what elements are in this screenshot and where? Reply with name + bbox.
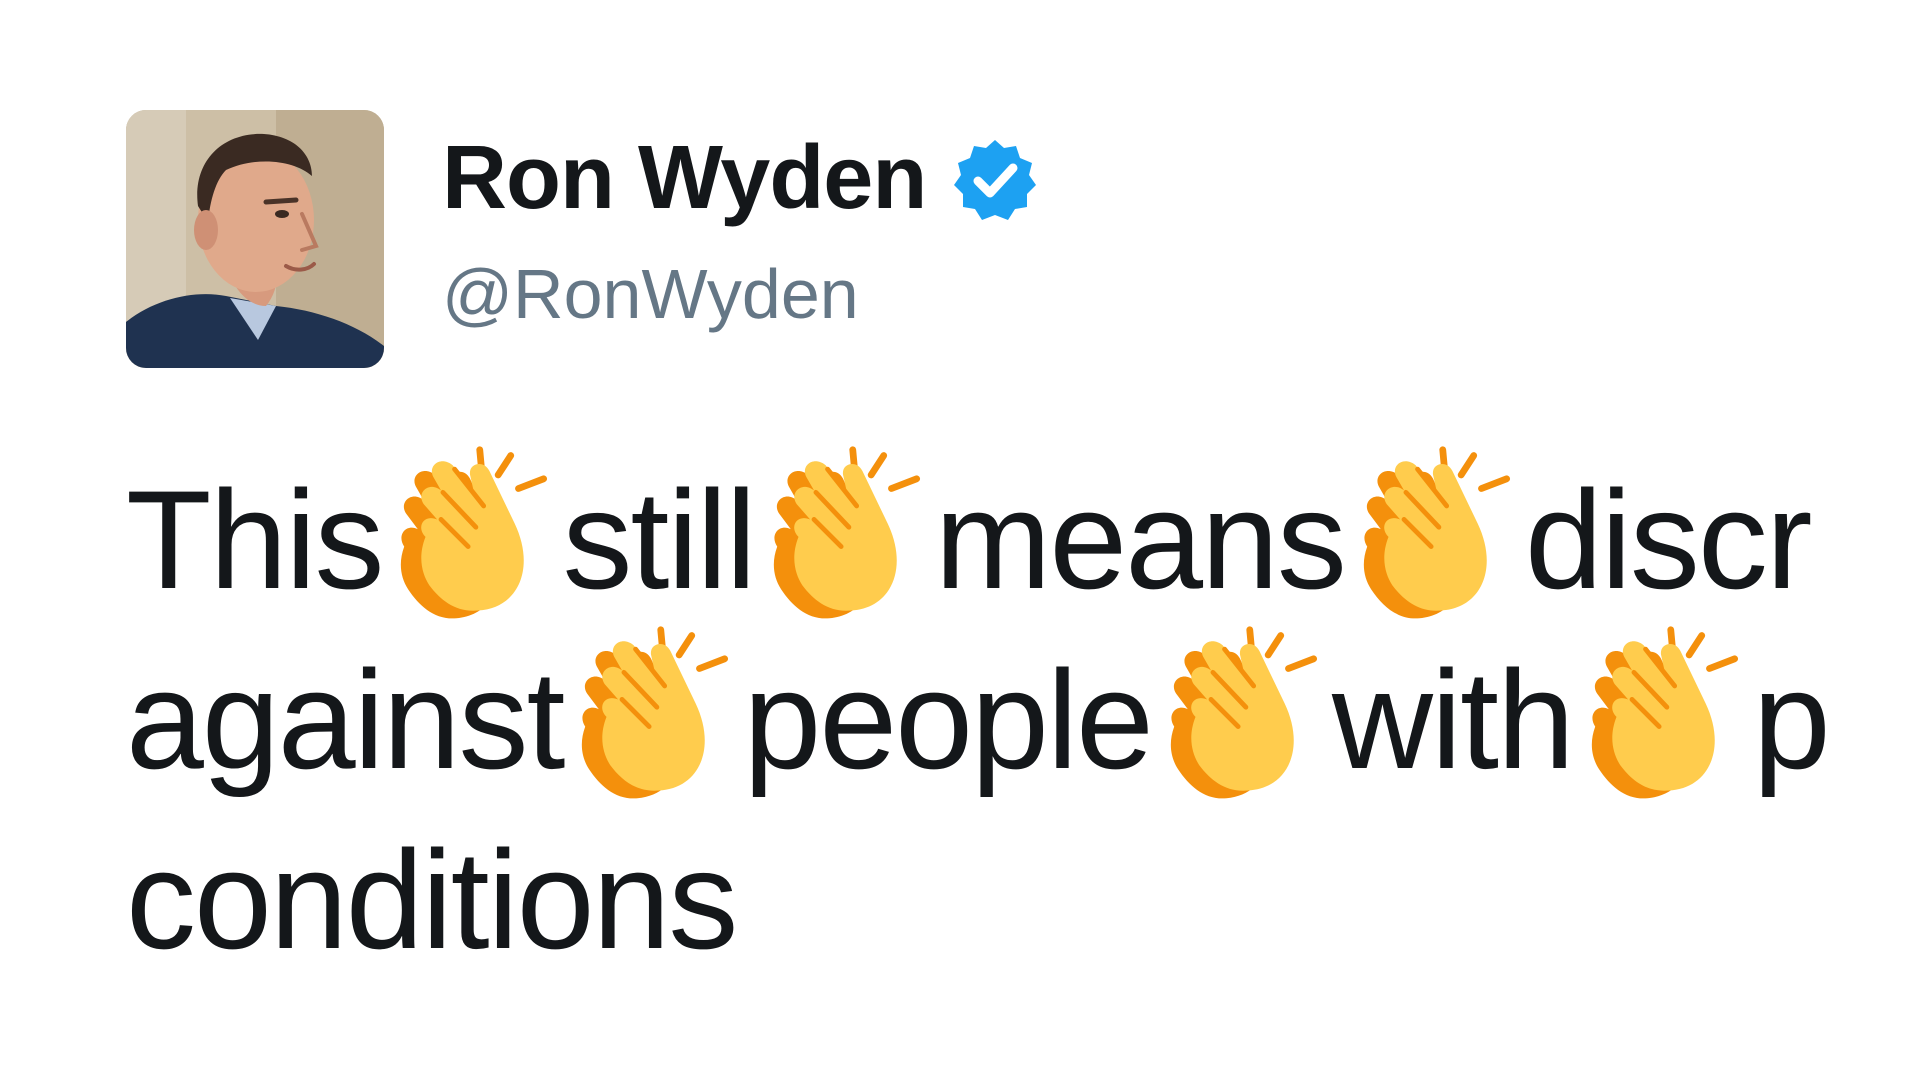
clapping-hands-emoji-icon — [1154, 622, 1330, 806]
tweet-word: discr — [1524, 461, 1813, 618]
clapping-hands-emoji-icon — [1347, 442, 1523, 626]
tweet-word: p — [1752, 641, 1831, 798]
author-name-row[interactable]: Ron Wyden — [442, 128, 1038, 228]
tweet-word: still — [562, 461, 756, 618]
tweet-card: Ron Wyden @RonWyden This still means dis… — [0, 0, 1920, 1080]
author-display-name[interactable]: Ron Wyden — [442, 128, 927, 228]
clapping-hands-emoji-icon — [565, 622, 741, 806]
clapping-hands-emoji-icon — [1575, 622, 1751, 806]
tweet-word: people — [743, 641, 1153, 798]
verified-badge-icon — [952, 137, 1038, 223]
tweet-line-1: This still means discr — [126, 450, 1920, 630]
clapping-hands-emoji-icon — [757, 442, 933, 626]
tweet-word: against — [126, 641, 565, 798]
tweet-word: means — [934, 461, 1347, 618]
profile-avatar[interactable] — [126, 110, 384, 368]
tweet-word: conditions — [126, 821, 738, 978]
tweet-line-3: conditions — [126, 810, 1920, 990]
tweet-word: This — [126, 461, 384, 618]
tweet-text: This still means discr against people wi… — [126, 450, 1920, 990]
author-handle[interactable]: @RonWyden — [442, 252, 859, 336]
profile-photo — [126, 110, 384, 368]
tweet-line-2: against people with p — [126, 630, 1920, 810]
tweet-word: with — [1331, 641, 1575, 798]
clapping-hands-emoji-icon — [384, 442, 560, 626]
